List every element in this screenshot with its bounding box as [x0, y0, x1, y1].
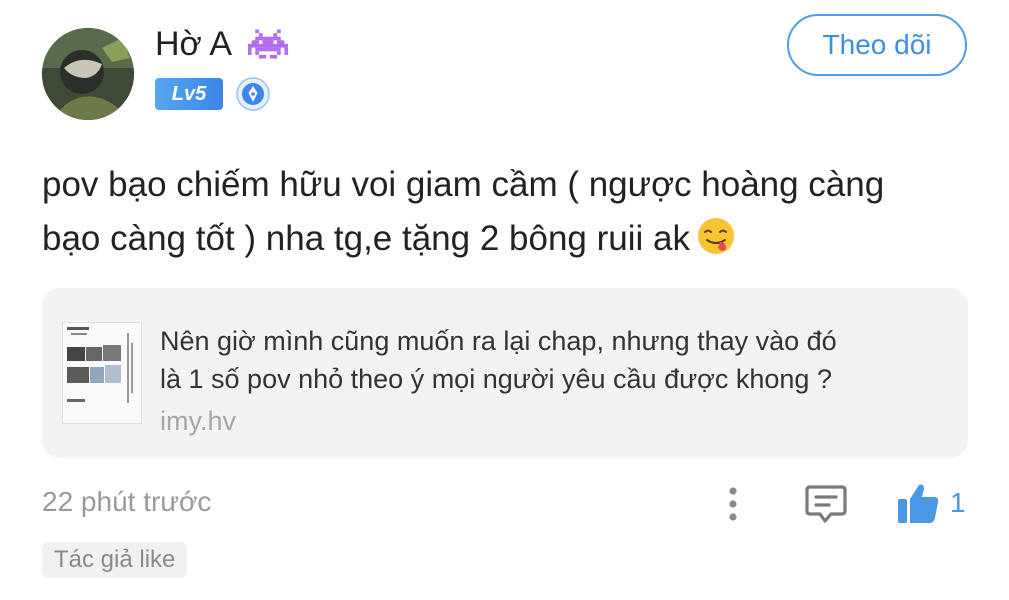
username[interactable]: Hờ A	[155, 22, 232, 66]
content-line-2-text: bạo càng tốt ) nha tg,e tặng 2 bông ruii…	[42, 219, 690, 258]
content-line-2: bạo càng tốt ) nha tg,e tặng 2 bông ruii…	[42, 212, 942, 266]
content-line-1: pov bạo chiếm hữu voi giam cầm ( ngược h…	[42, 165, 885, 204]
link-text-line-1: Nên giờ mình cũng muốn ra lại chap, nhưn…	[160, 326, 837, 356]
more-vertical-icon[interactable]	[716, 482, 750, 526]
timestamp: 22 phút trước	[42, 486, 212, 517]
thumbs-up-icon[interactable]	[895, 480, 941, 526]
like-count: 1	[950, 487, 966, 518]
comment-icon[interactable]	[803, 482, 849, 526]
pen-medal-icon	[236, 77, 270, 111]
tongue-face-emoji	[697, 218, 734, 254]
link-text-line-2: là 1 số pov nhỏ theo ý mọi người yêu cầu…	[160, 364, 832, 394]
follow-button[interactable]: Theo dõi	[787, 14, 967, 76]
link-preview-text: Nên giờ mình cũng muốn ra lại chap, nhưn…	[160, 322, 950, 398]
comment-content: pov bạo chiếm hữu voi giam cầm ( ngược h…	[42, 158, 942, 266]
link-thumbnail	[62, 322, 142, 424]
author-like-badge: Tác giả like	[42, 542, 188, 578]
avatar[interactable]	[42, 28, 134, 120]
link-domain: imy.hv	[160, 406, 237, 436]
alien-monster-icon	[248, 29, 288, 59]
level-badge: Lv5	[155, 78, 223, 110]
link-preview-card[interactable]: Nên giờ mình cũng muốn ra lại chap, nhưn…	[42, 288, 968, 458]
